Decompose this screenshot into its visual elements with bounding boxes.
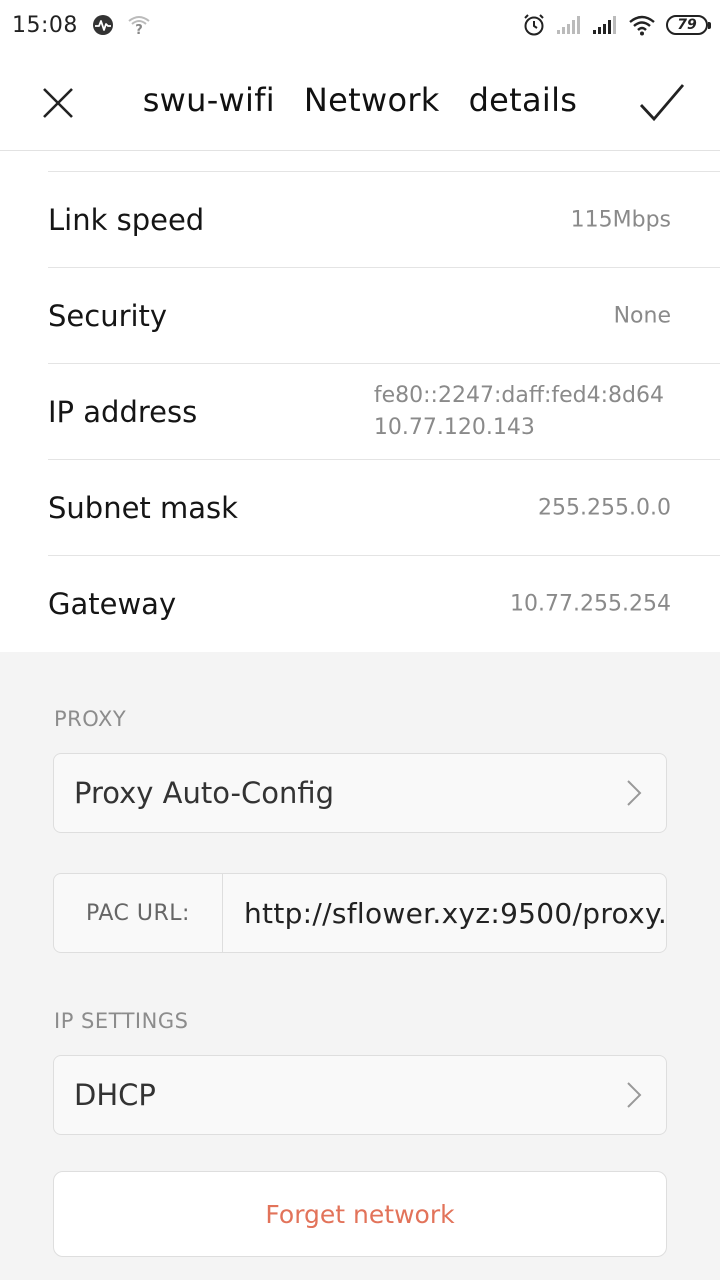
security-value: None xyxy=(613,303,671,328)
pac-url-label: PAC URL: xyxy=(54,874,223,952)
proxy-mode-select[interactable]: Proxy Auto-Config xyxy=(53,753,667,833)
alarm-icon xyxy=(522,13,546,37)
status-left: 15:08 ? xyxy=(12,13,150,38)
pac-url-input[interactable] xyxy=(224,874,666,952)
signal-strong-icon xyxy=(592,15,618,35)
status-time: 15:08 xyxy=(12,12,78,38)
ip-settings-value: DHCP xyxy=(74,1078,156,1112)
title-bar: swu-wifi Network details xyxy=(0,50,720,151)
page-title: swu-wifi Network details xyxy=(142,81,578,119)
svg-text:?: ? xyxy=(135,23,143,36)
ipv6-address: fe80::2247:daff:fed4:8d64 xyxy=(373,382,664,408)
gateway-value: 10.77.255.254 xyxy=(510,591,671,617)
pac-url-field: PAC URL: xyxy=(53,873,667,953)
subnet-mask-value: 255.255.0.0 xyxy=(538,495,671,520)
detail-row-subnet-mask: Subnet mask 255.255.0.0 xyxy=(48,460,720,556)
network-details-list: Link speed 115Mbps Security None IP addr… xyxy=(0,151,720,652)
signal-weak-icon xyxy=(556,15,582,35)
gateway-label: Gateway xyxy=(48,587,177,621)
activity-icon xyxy=(92,14,114,36)
chevron-right-icon xyxy=(627,780,642,806)
proxy-section-header: PROXY xyxy=(54,707,127,731)
ip-settings-select[interactable]: DHCP xyxy=(53,1055,667,1135)
check-icon xyxy=(639,84,685,122)
detail-row-gateway: Gateway 10.77.255.254 xyxy=(48,556,720,652)
forget-network-button[interactable]: Forget network xyxy=(53,1171,667,1257)
confirm-button[interactable] xyxy=(632,75,692,131)
detail-row-ip-address: IP address fe80::2247:daff:fed4:8d64 10.… xyxy=(48,364,720,460)
wifi-question-icon: ? xyxy=(128,14,150,36)
battery-icon: 79 xyxy=(666,15,711,35)
ip-address-label: IP address xyxy=(48,394,198,429)
proxy-mode-value: Proxy Auto-Config xyxy=(74,776,335,810)
ipv4-address: 10.77.120.143 xyxy=(373,414,535,440)
ip-address-value: fe80::2247:daff:fed4:8d64 10.77.120.143 xyxy=(374,380,664,444)
detail-row-link-speed: Link speed 115Mbps xyxy=(48,172,720,268)
wifi-icon xyxy=(628,14,656,36)
status-bar: 15:08 ? 79 xyxy=(0,0,720,50)
security-label: Security xyxy=(48,298,168,333)
subnet-mask-label: Subnet mask xyxy=(48,490,238,525)
detail-row-security: Security None xyxy=(48,268,720,364)
status-right: 79 xyxy=(522,13,711,37)
ip-settings-section-header: IP SETTINGS xyxy=(54,1009,189,1033)
link-speed-value: 115Mbps xyxy=(570,207,671,232)
link-speed-label: Link speed xyxy=(48,202,205,237)
chevron-right-icon xyxy=(627,1082,642,1108)
